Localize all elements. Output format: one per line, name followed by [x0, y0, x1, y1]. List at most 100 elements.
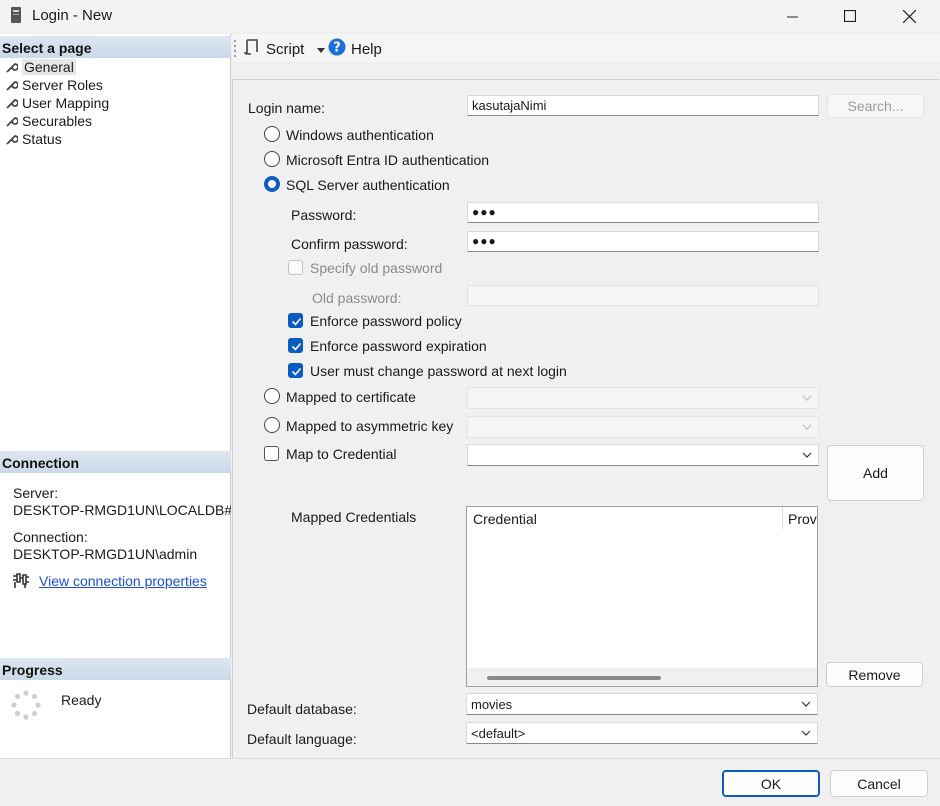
page-item-user-mapping[interactable]: User Mapping — [4, 94, 109, 112]
page-item-label: Status — [22, 131, 62, 147]
windows-auth-radio[interactable] — [264, 126, 280, 142]
specify-old-password-checkbox[interactable] — [288, 260, 303, 275]
enforce-expiration-label[interactable]: Enforce password expiration — [310, 338, 487, 354]
map-credential-checkbox[interactable] — [264, 446, 279, 461]
title-bar: Login - New — [0, 0, 940, 32]
entra-auth-label[interactable]: Microsoft Entra ID authentication — [286, 152, 489, 168]
page-item-securables[interactable]: Securables — [4, 112, 92, 130]
chevron-down-icon — [802, 424, 812, 430]
login-name-input[interactable]: kasutajaNimi — [467, 95, 819, 116]
wrench-icon — [4, 78, 18, 92]
maximize-icon — [844, 10, 856, 22]
minimize-icon — [786, 16, 798, 17]
progress-header: Progress — [0, 658, 231, 680]
credential-column-header[interactable]: Credential — [467, 507, 783, 529]
server-label: Server: — [13, 485, 59, 501]
left-pane: Select a page General Server Roles User … — [0, 34, 231, 758]
select-page-header: Select a page — [0, 36, 231, 58]
checkmark-icon — [291, 342, 302, 351]
credential-select[interactable] — [467, 444, 819, 466]
old-password-input[interactable] — [467, 285, 819, 306]
confirm-password-input[interactable]: ●●● — [467, 231, 819, 252]
close-button[interactable] — [886, 0, 932, 32]
script-button[interactable]: Script — [243, 38, 326, 60]
default-language-select[interactable]: <default> — [466, 722, 818, 744]
server-app-icon — [10, 6, 22, 24]
remove-button[interactable]: Remove — [826, 662, 923, 687]
maximize-button[interactable] — [827, 0, 873, 32]
chevron-down-icon — [802, 452, 812, 458]
must-change-checkbox[interactable] — [288, 363, 303, 378]
chevron-down-icon — [801, 701, 811, 707]
toolbar-grip — [234, 36, 237, 60]
login-name-label: Login name: — [248, 100, 326, 116]
enforce-expiration-checkbox[interactable] — [288, 338, 303, 353]
default-language-value: <default> — [471, 726, 526, 741]
connection-header: Connection — [0, 451, 231, 473]
search-button[interactable]: Search... — [827, 94, 924, 118]
certificate-select[interactable] — [467, 387, 819, 409]
wrench-icon — [4, 132, 18, 146]
page-item-label: Securables — [22, 113, 93, 129]
mapped-credentials-label: Mapped Credentials — [291, 509, 417, 525]
enforce-policy-checkbox[interactable] — [288, 313, 303, 328]
password-input[interactable]: ●●● — [467, 202, 819, 223]
page-item-label: User Mapping — [22, 95, 110, 111]
windows-auth-label[interactable]: Windows authentication — [286, 127, 434, 143]
entra-auth-radio[interactable] — [264, 151, 280, 167]
svg-text:?: ? — [333, 41, 341, 56]
chevron-down-icon — [801, 730, 811, 736]
mapped-credentials-grid[interactable]: Credential Prov — [466, 506, 818, 687]
asym-key-select[interactable] — [467, 416, 819, 438]
help-label: Help — [351, 40, 382, 58]
scrollbar-thumb[interactable] — [487, 676, 661, 680]
script-dropdown-icon[interactable] — [317, 41, 326, 58]
page-item-label: Server Roles — [22, 77, 103, 93]
checkmark-icon — [291, 317, 302, 326]
horizontal-scrollbar[interactable] — [467, 668, 817, 686]
map-credential-label[interactable]: Map to Credential — [286, 446, 397, 462]
add-button[interactable]: Add — [827, 445, 924, 501]
view-connection-properties-link[interactable]: View connection properties — [39, 573, 207, 589]
help-button[interactable]: ? Help — [328, 38, 382, 60]
default-database-value: movies — [471, 697, 513, 712]
help-icon: ? — [328, 38, 346, 60]
default-database-select[interactable]: movies — [466, 693, 818, 715]
script-icon — [243, 38, 261, 60]
specify-old-password-label[interactable]: Specify old password — [310, 260, 442, 276]
connection-label: Connection: — [13, 529, 88, 545]
page-item-general[interactable]: General — [4, 58, 76, 76]
cancel-button[interactable]: Cancel — [830, 770, 928, 797]
minimize-button[interactable] — [769, 0, 815, 32]
sql-auth-radio[interactable] — [264, 176, 280, 192]
provider-column-header[interactable]: Prov — [783, 507, 819, 529]
confirm-password-label: Confirm password: — [291, 236, 408, 252]
connection-value: DESKTOP-RMGD1UN\admin — [13, 546, 198, 562]
mapped-certificate-label[interactable]: Mapped to certificate — [286, 389, 416, 405]
mapped-certificate-radio[interactable] — [264, 388, 280, 404]
mapped-asym-key-radio[interactable] — [264, 417, 280, 433]
default-language-label: Default language: — [247, 731, 357, 747]
password-label: Password: — [291, 207, 357, 223]
progress-status: Ready — [61, 692, 102, 708]
progress-spinner-icon — [11, 690, 41, 723]
window-title: Login - New — [32, 7, 113, 24]
wrench-icon — [4, 96, 18, 110]
old-password-label: Old password: — [312, 290, 402, 306]
mapped-asym-key-label[interactable]: Mapped to asymmetric key — [286, 418, 453, 434]
must-change-label[interactable]: User must change password at next login — [310, 363, 567, 379]
wrench-icon — [4, 60, 18, 74]
ok-button[interactable]: OK — [722, 770, 820, 797]
sql-auth-label[interactable]: SQL Server authentication — [286, 177, 450, 193]
dialog-footer: OK Cancel — [0, 758, 940, 806]
script-label: Script — [266, 40, 305, 58]
enforce-policy-label[interactable]: Enforce password policy — [310, 313, 462, 329]
toolbar: Script ? Help — [232, 34, 940, 62]
server-value: DESKTOP-RMGD1UN\LOCALDB# — [13, 502, 231, 518]
page-item-server-roles[interactable]: Server Roles — [4, 76, 103, 94]
checkmark-icon — [291, 367, 302, 376]
close-icon — [902, 9, 916, 23]
chevron-down-icon — [802, 395, 812, 401]
page-item-label: General — [22, 59, 76, 75]
page-item-status[interactable]: Status — [4, 130, 62, 148]
